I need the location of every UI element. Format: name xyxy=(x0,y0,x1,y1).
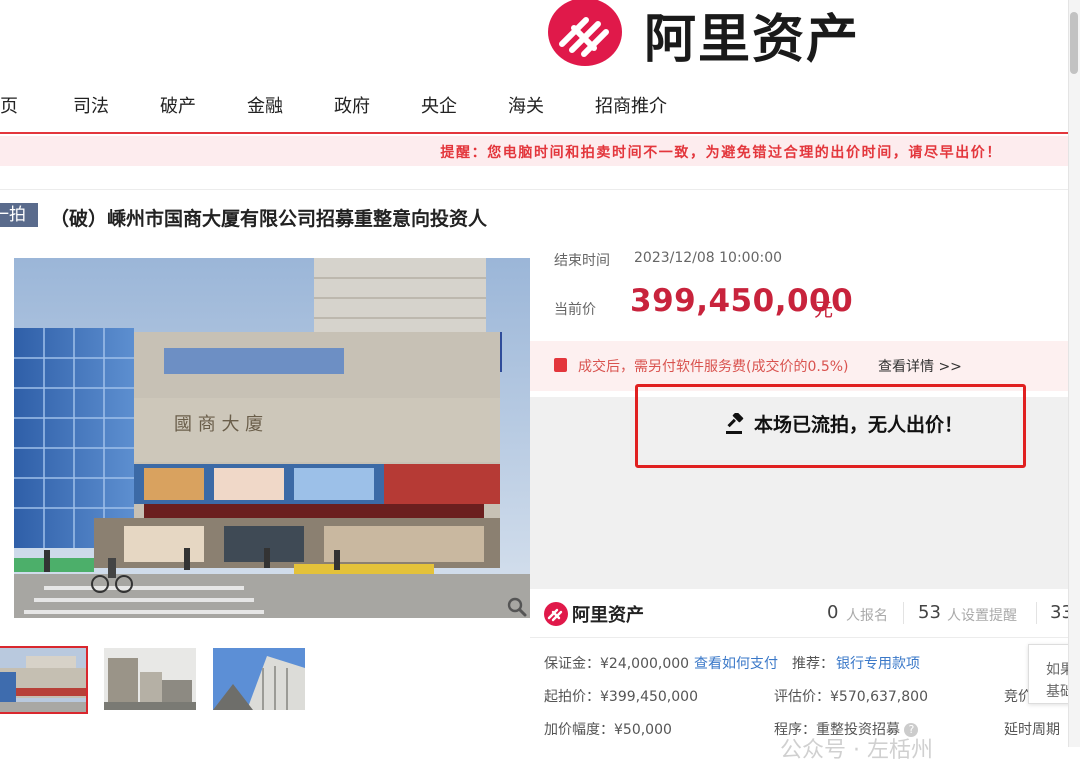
current-price-label: 当前价 xyxy=(554,302,596,318)
deposit: 保证金：¥24,000,000 xyxy=(544,656,690,672)
signup-count: 0 xyxy=(827,602,839,623)
bank-account-link[interactable]: 银行专用款项 xyxy=(836,653,920,673)
nav-item-government[interactable]: 政府 xyxy=(334,92,370,118)
end-time-value: 2023/12/08 10:00:00 xyxy=(634,250,783,266)
nav-item-finance[interactable]: 金融 xyxy=(247,92,283,118)
svg-text:國 商 大 廈: 國 商 大 廈 xyxy=(174,414,263,435)
thumbnail-2[interactable] xyxy=(104,648,196,710)
nav-divider xyxy=(0,132,1068,134)
brand-name: 阿里资产 xyxy=(644,9,861,70)
bid-increment: 加价幅度：¥50,000 xyxy=(544,722,672,738)
nav-item-customs[interactable]: 海关 xyxy=(508,92,544,118)
signup-label: 人报名 xyxy=(846,608,888,624)
stat-divider xyxy=(903,602,904,624)
small-brand-logo: 阿里资产 xyxy=(544,601,644,627)
nav-item-soe[interactable]: 央企 xyxy=(421,92,457,118)
nav-item-investment[interactable]: 招商推介 xyxy=(595,92,667,118)
brand-logo[interactable]: 阿里资产 xyxy=(548,0,860,70)
view-details-link[interactable]: 查看详情 >> xyxy=(878,356,962,376)
scrollbar-thumb[interactable] xyxy=(1070,12,1078,74)
brand-logo-icon xyxy=(548,0,622,66)
recommend-label: 推荐： xyxy=(792,656,834,672)
gift-icon xyxy=(554,358,567,372)
gavel-icon xyxy=(726,412,744,434)
divider xyxy=(530,637,1068,638)
auction-status: 本场已流拍，无人出价！ xyxy=(724,410,963,437)
main-photo[interactable]: 國 商 大 廈 國 商 大 廈 xyxy=(14,258,530,618)
auction-round-tag: 一拍 xyxy=(0,203,38,227)
currency-unit: 元 xyxy=(814,299,834,321)
thumbnail-3[interactable] xyxy=(213,648,305,710)
listing-title: （破）嵊州市国商大厦有限公司招募重整意向投资人 xyxy=(50,208,488,230)
end-time-label: 结束时间 xyxy=(554,253,610,269)
divider xyxy=(0,189,1068,190)
reminder-count: 53 xyxy=(918,602,941,623)
reminder-text: 提醒：您电脑时间和拍卖时间不一致，为避免错过合理的出价时间，请尽早出价！ xyxy=(440,145,1002,161)
zoom-icon[interactable] xyxy=(506,596,528,618)
start-price: 起拍价：¥399,450,000 xyxy=(544,689,698,705)
scrollbar-track[interactable] xyxy=(1068,0,1080,747)
how-to-pay-link[interactable]: 查看如何支付 xyxy=(694,653,778,673)
small-brand-name: 阿里资产 xyxy=(572,605,644,626)
delay-period-label: 延时周期 xyxy=(1004,722,1060,738)
watermark: 公众号 · 左栝州 xyxy=(780,738,933,763)
service-fee-note: 成交后，需另付软件服务费(成交价的0.5%) xyxy=(578,359,849,375)
reminder-label: 人设置提醒 xyxy=(947,608,1017,624)
brand-logo-icon xyxy=(544,602,568,626)
stat-divider xyxy=(1036,602,1037,624)
auction-status-text: 本场已流拍，无人出价！ xyxy=(754,414,964,436)
time-reminder-bar: 提醒：您电脑时间和拍卖时间不一致，为避免错过合理的出价时间，请尽早出价！ xyxy=(0,136,1068,166)
nav-item-judicial[interactable]: 司法 xyxy=(73,92,109,118)
nav-item-home[interactable]: 首页 xyxy=(0,92,18,118)
nav-item-bankruptcy[interactable]: 破产 xyxy=(160,92,196,118)
appraisal-price: 评估价：¥570,637,800 xyxy=(774,689,928,705)
thumbnail-1[interactable] xyxy=(0,646,88,714)
